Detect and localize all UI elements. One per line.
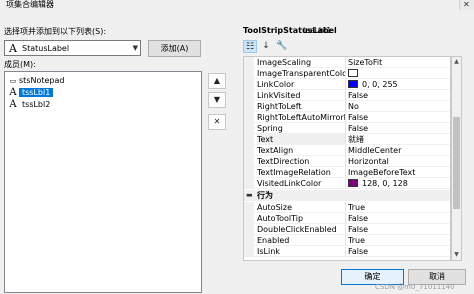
delete-icon: ✕ — [213, 117, 221, 126]
category-row[interactable]: ▬ 行为 — [244, 190, 450, 201]
property-row[interactable]: AutoSize True — [244, 202, 450, 213]
collapse-icon[interactable]: ▬ — [246, 190, 253, 201]
members-list[interactable]: ▭ stsNotepad AtssLbl1 AtssLbl2 — [4, 71, 202, 293]
color-swatch — [348, 80, 358, 88]
property-row[interactable]: ImageScaling SizeToFit — [244, 57, 450, 68]
scroll-thumb[interactable] — [453, 117, 460, 209]
property-row[interactable]: Enabled True — [244, 235, 450, 246]
item-type-combo[interactable]: A StatusLabel ▼ — [4, 40, 141, 56]
combo-value: StatusLabel — [22, 44, 70, 53]
delete-button[interactable]: ✕ — [208, 114, 226, 130]
move-down-button[interactable]: ▼ — [208, 92, 226, 108]
color-swatch — [348, 69, 358, 77]
select-item-label: 选择项并添加到以下列表(S): — [4, 27, 107, 36]
list-item[interactable]: ▭ stsNotepad — [7, 75, 65, 87]
property-row[interactable]: Spring False — [244, 123, 450, 134]
move-up-button[interactable]: ▲ — [208, 73, 226, 89]
arrow-down-icon: ▼ — [213, 95, 221, 104]
chevron-down-icon[interactable]: ▼ — [133, 43, 138, 54]
categorized-icon[interactable]: ☷ — [243, 40, 257, 53]
watermark: CSDN @m0_71011140 — [375, 283, 455, 291]
property-row[interactable]: Text 就绪 — [244, 134, 450, 145]
label-icon: A — [9, 99, 17, 110]
alphabetical-icon[interactable]: ↓ — [259, 40, 273, 53]
property-row[interactable]: AutoToolTip False — [244, 213, 450, 224]
label-icon: A — [9, 87, 17, 98]
property-row[interactable]: TextAlign MiddleCenter — [244, 145, 450, 156]
property-row[interactable]: RightToLeft No — [244, 101, 450, 112]
list-item[interactable]: AtssLbl2 — [7, 99, 53, 111]
property-row[interactable]: RightToLeftAutoMirrorImageFalse — [244, 112, 450, 123]
property-scrollbar[interactable]: ▲ ▼ — [451, 56, 462, 261]
property-row[interactable]: LinkColor 0, 0, 255 — [244, 79, 450, 90]
statusstrip-icon: ▭ — [9, 77, 17, 85]
property-row[interactable]: TextImageRelation ImageBeforeText — [244, 167, 450, 178]
property-row[interactable]: VisitedLinkColor 128, 0, 128 — [244, 178, 450, 189]
property-row[interactable]: ImageTransparentColor — [244, 68, 450, 79]
list-item[interactable]: AtssLbl1 — [7, 87, 54, 99]
property-toolbar: ☷ ↓ 🔧 — [243, 40, 323, 54]
property-row[interactable]: LinkVisited False — [244, 90, 450, 101]
property-row[interactable]: IsLink False — [244, 246, 450, 257]
property-row[interactable]: DoubleClickEnabled False — [244, 224, 450, 235]
members-label: 成员(M): — [4, 60, 36, 69]
property-grid[interactable]: ImageScaling SizeToFit ImageTransparentCo… — [243, 56, 451, 261]
add-button[interactable]: 添加(A) — [148, 40, 201, 57]
color-swatch — [348, 179, 358, 187]
title-bar: 项集合编辑器 — [0, 0, 474, 10]
property-object-name: tssLbl1 — [303, 26, 332, 35]
window-title: 项集合编辑器 — [6, 0, 54, 9]
arrow-up-icon: ▲ — [213, 76, 221, 85]
scroll-down-icon[interactable]: ▼ — [452, 250, 461, 260]
property-pages-icon[interactable]: 🔧 — [275, 40, 289, 53]
close-icon[interactable] — [459, 0, 474, 10]
property-row[interactable]: TextDirection Horizontal — [244, 156, 450, 167]
scroll-up-icon[interactable]: ▲ — [452, 57, 461, 67]
label-icon: A — [9, 42, 17, 55]
